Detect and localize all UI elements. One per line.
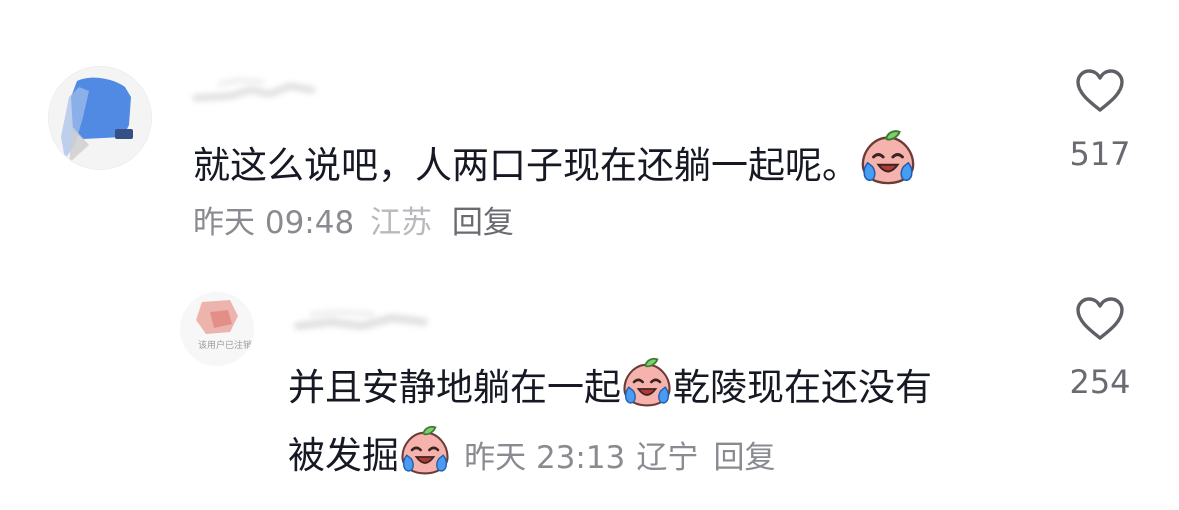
- like-button[interactable]: [1040, 68, 1160, 114]
- like-group: 517: [1040, 68, 1160, 174]
- reply-text: 并且安静地躺在一起 乾陵现在还没有: [288, 356, 932, 420]
- avatar-image: [49, 67, 151, 169]
- commenter-avatar[interactable]: [48, 66, 152, 170]
- avatar-label: 该用户已注销: [198, 341, 253, 351]
- reply-line-2: 被发掘 昨天 23:13 辽宁 回复: [288, 424, 775, 480]
- comment-location: 江苏: [370, 205, 433, 241]
- reply-time: 昨天 23:13: [464, 440, 626, 476]
- reply-body-part-3: 被发掘: [288, 434, 399, 477]
- crying-laughing-emoji-icon: [399, 424, 451, 480]
- like-button[interactable]: [1040, 296, 1160, 342]
- comment-body: 就这么说吧，人两口子现在还躺一起呢。: [193, 144, 859, 187]
- heart-icon: [1074, 68, 1126, 114]
- comment-time: 昨天 09:48: [193, 205, 355, 241]
- reply-username-redacted[interactable]: [292, 300, 432, 340]
- redaction-scribble: [192, 77, 316, 102]
- crying-laughing-emoji-icon: [621, 356, 673, 420]
- comment-meta: 昨天 09:48 江苏 回复: [193, 203, 514, 243]
- reply-avatar[interactable]: 该用户已注销: [180, 292, 254, 366]
- reply-body-part-1: 并且安静地躺在一起: [288, 366, 621, 409]
- reply-location: 辽宁: [636, 440, 699, 476]
- reply-button[interactable]: 回复: [713, 440, 775, 476]
- like-group: 254: [1040, 296, 1160, 402]
- reply-body-part-2: 乾陵现在还没有: [673, 366, 932, 409]
- commenter-username-redacted[interactable]: [190, 70, 320, 108]
- avatar-image: [180, 292, 254, 366]
- reply-button[interactable]: 回复: [452, 205, 514, 241]
- redaction-scribble: [294, 309, 428, 331]
- like-count: 254: [1069, 363, 1131, 401]
- like-count: 517: [1069, 135, 1131, 173]
- heart-icon: [1074, 296, 1126, 342]
- comment-text: 就这么说吧，人两口子现在还躺一起呢。: [193, 128, 917, 198]
- crying-laughing-emoji-icon: [859, 128, 917, 198]
